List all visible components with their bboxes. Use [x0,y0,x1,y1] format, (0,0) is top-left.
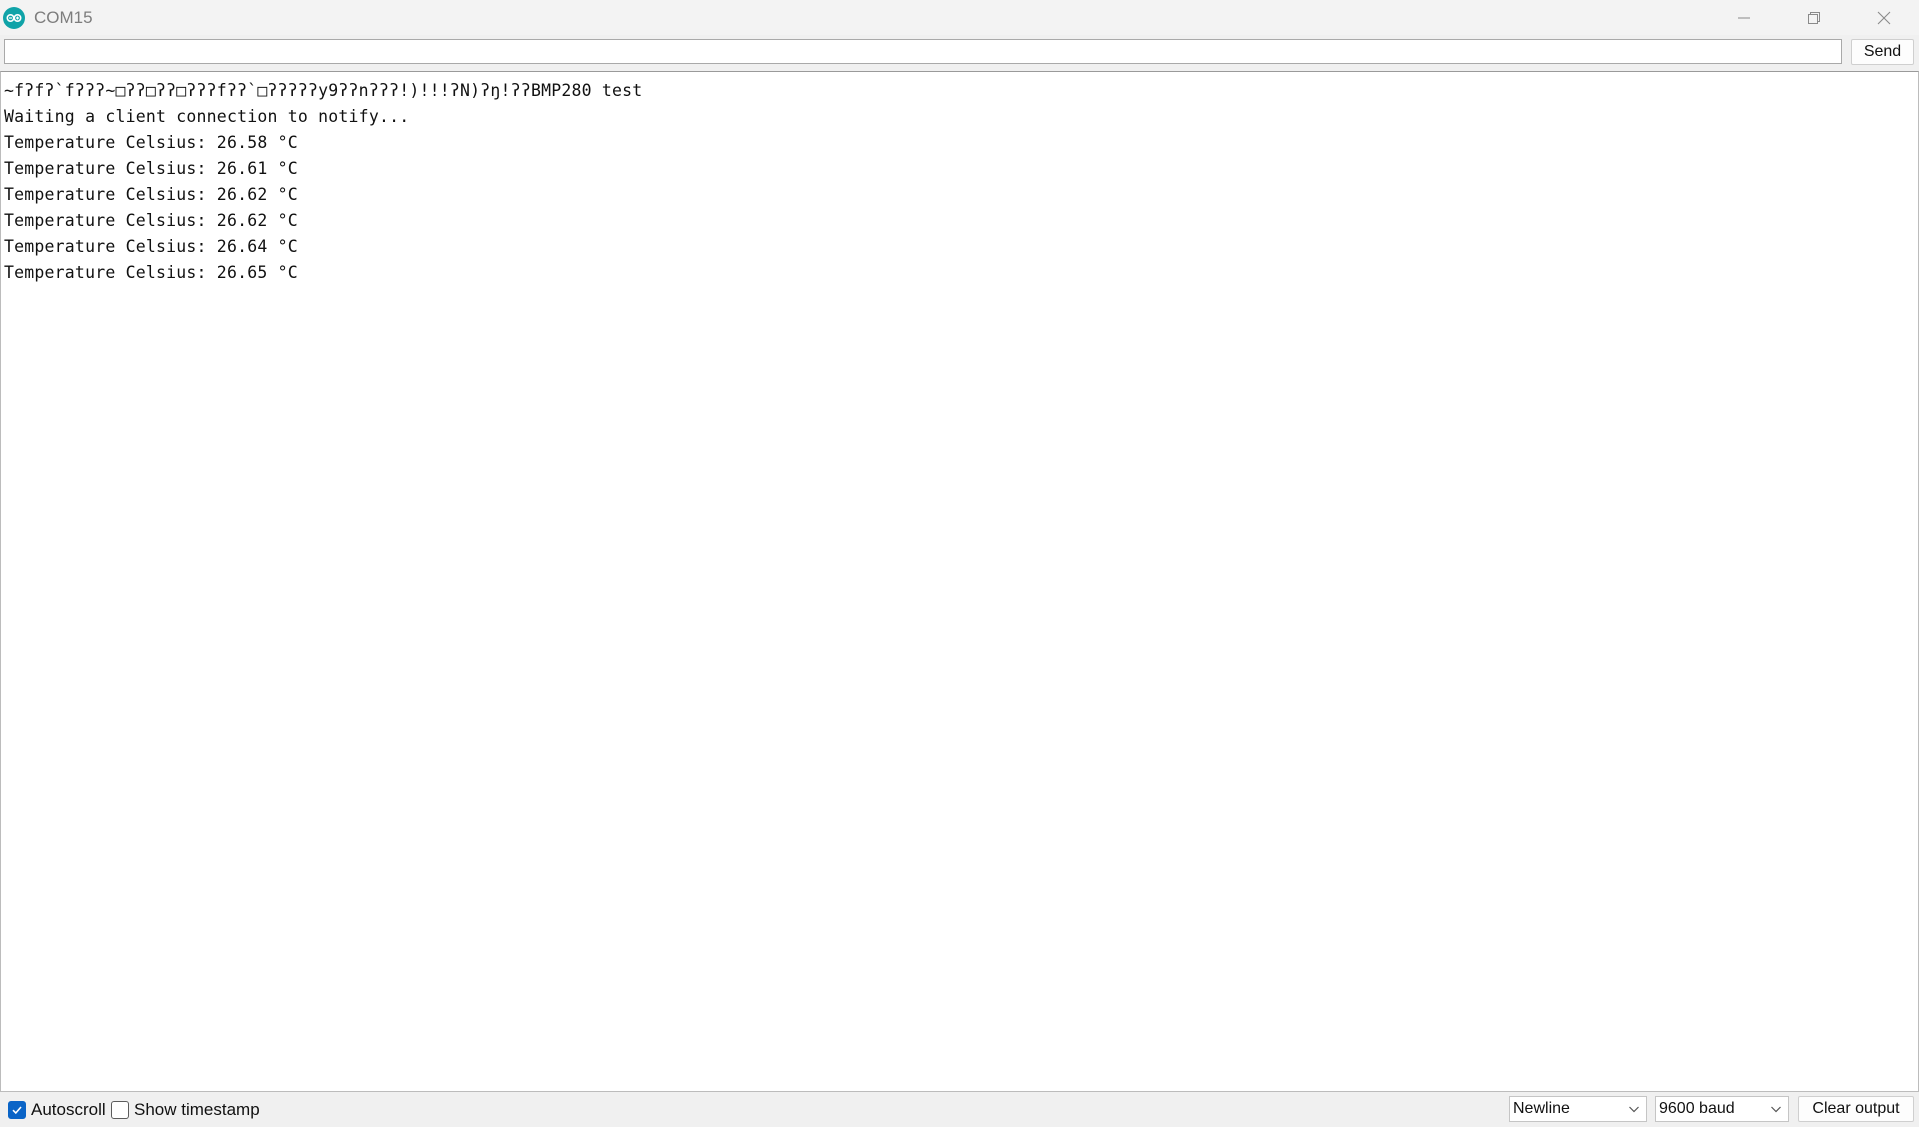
serial-monitor-window: COM15 Send ~fʔfʔ`fʔʔʔ~□ʔʔ□ʔʔ□ʔʔʔfʔʔ`□ʔʔʔ… [0,0,1919,1127]
output-line: Temperature Celsius: 26.64 °C [4,237,298,256]
serial-output[interactable]: ~fʔfʔ`fʔʔʔ~□ʔʔ□ʔʔ□ʔʔʔfʔʔ`□ʔʔʔʔʔy9ʔʔnʔʔʔ!… [0,71,1919,1092]
show-timestamp-checkbox[interactable] [111,1101,129,1119]
serial-input[interactable] [4,39,1842,64]
send-button[interactable]: Send [1851,39,1914,65]
baud-rate-value: 9600 baud [1659,1100,1735,1117]
line-ending-value: Newline [1513,1100,1570,1117]
title-bar: COM15 [0,0,1919,35]
close-icon [1877,11,1891,24]
bottom-bar: Autoscroll Show timestamp Newline 9600 b… [0,1092,1919,1127]
output-line: Temperature Celsius: 26.62 °C [4,211,298,230]
output-lines: ~fʔfʔ`fʔʔʔ~□ʔʔ□ʔʔ□ʔʔʔfʔʔ`□ʔʔʔʔʔy9ʔʔnʔʔʔ!… [1,72,1918,286]
baud-rate-select[interactable]: 9600 baud [1655,1096,1789,1122]
output-line: Temperature Celsius: 26.62 °C [4,185,298,204]
output-line: Temperature Celsius: 26.65 °C [4,263,298,282]
check-icon [12,1106,22,1115]
window-title: COM15 [34,7,93,27]
close-button[interactable] [1849,0,1919,35]
autoscroll-checkbox[interactable] [8,1101,26,1119]
chevron-down-icon [1771,1106,1781,1113]
line-ending-select[interactable]: Newline [1509,1096,1647,1122]
restore-icon [1808,11,1820,24]
autoscroll-label: Autoscroll [31,1100,106,1119]
restore-button[interactable] [1779,0,1849,35]
window-controls [1709,0,1919,35]
output-line: ~fʔfʔ`fʔʔʔ~□ʔʔ□ʔʔ□ʔʔʔfʔʔ`□ʔʔʔʔʔy9ʔʔnʔʔʔ!… [4,81,643,100]
minimize-button[interactable] [1709,0,1779,35]
minimize-icon [1738,17,1750,18]
show-timestamp-label: Show timestamp [134,1100,260,1119]
output-line: Temperature Celsius: 26.61 °C [4,159,298,178]
clear-output-button[interactable]: Clear output [1798,1096,1914,1122]
output-line: Waiting a client connection to notify... [4,107,410,126]
send-bar: Send [0,35,1919,70]
chevron-down-icon [1629,1106,1639,1113]
show-timestamp-toggle[interactable]: Show timestamp [111,1100,260,1120]
arduino-logo-icon [3,6,25,29]
output-line: Temperature Celsius: 26.58 °C [4,133,298,152]
autoscroll-toggle[interactable]: Autoscroll [8,1100,106,1120]
